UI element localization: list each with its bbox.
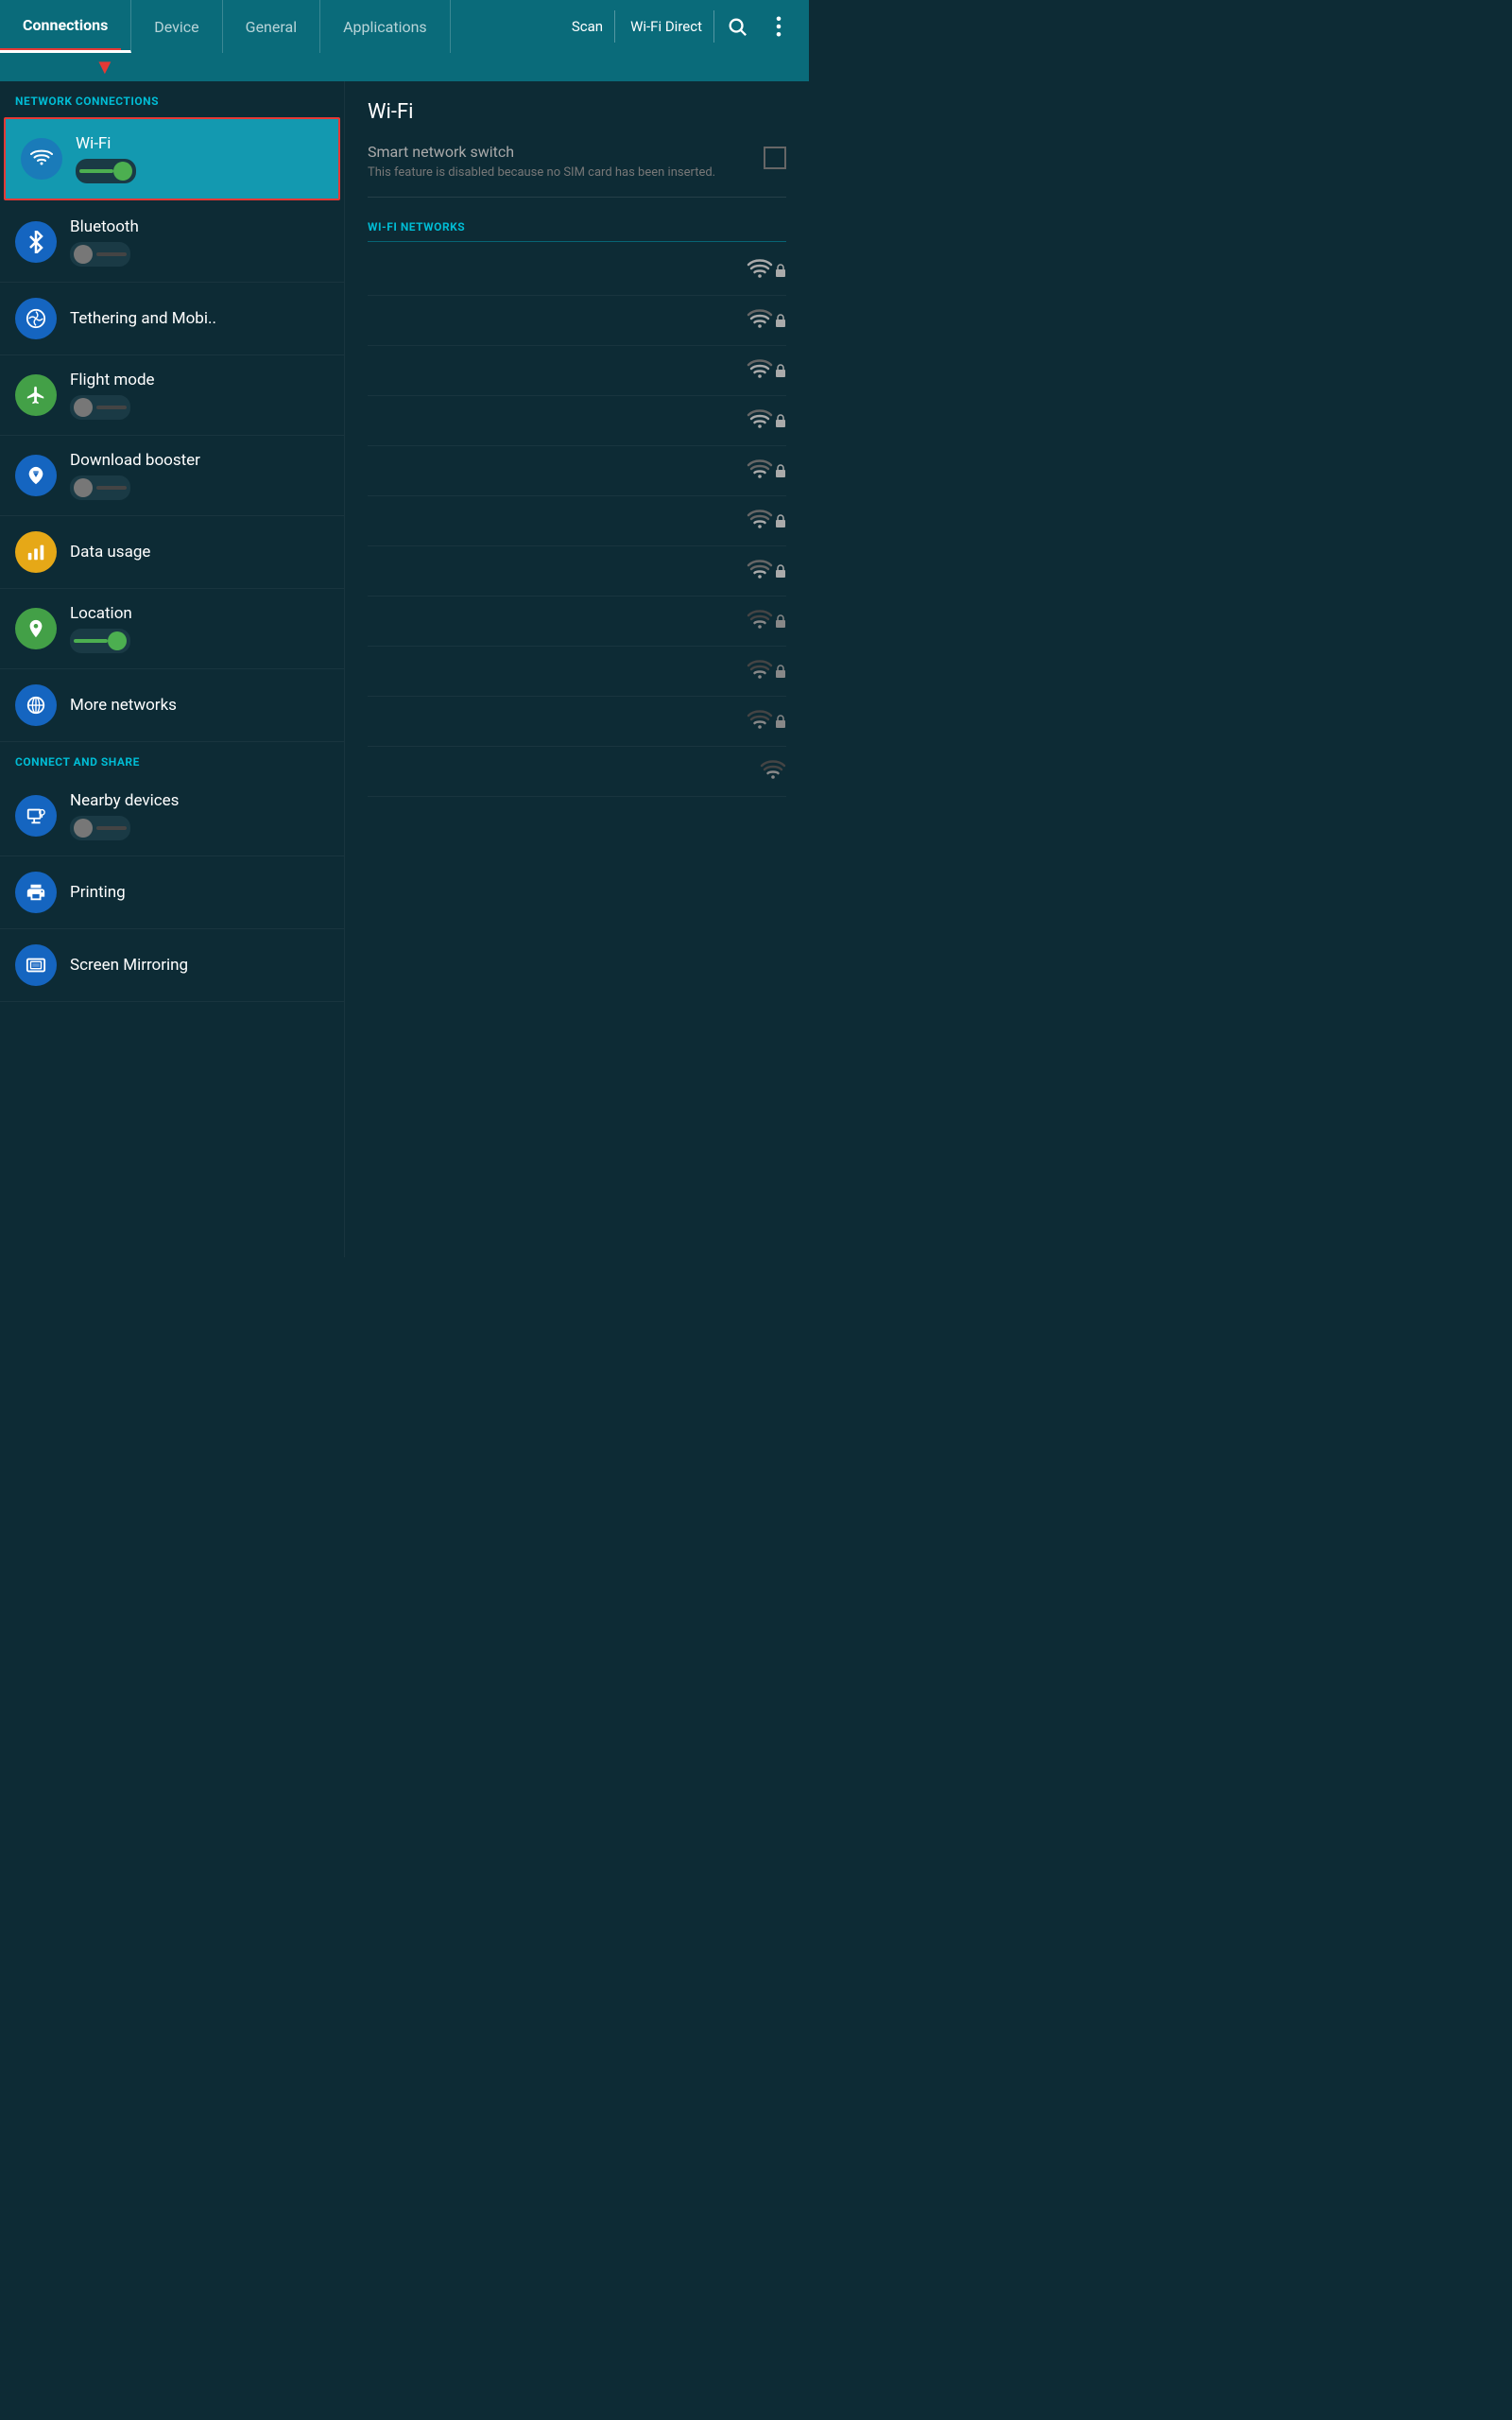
tab-general[interactable]: General <box>223 0 320 53</box>
location-icon <box>15 608 57 649</box>
wifi-signal-2 <box>747 359 786 382</box>
location-label: Location <box>70 604 329 623</box>
bluetooth-label: Bluetooth <box>70 217 329 236</box>
sidebar-item-location[interactable]: Location <box>0 589 344 669</box>
nearby-devices-icon <box>15 795 57 837</box>
tab-connections[interactable]: Connections <box>0 0 131 53</box>
down-arrow-icon: ▼ <box>94 55 115 79</box>
bluetooth-item-content: Bluetooth <box>70 217 329 267</box>
printing-content: Printing <box>70 883 329 902</box>
data-usage-content: Data usage <box>70 543 329 562</box>
wifi-signal-4 <box>747 459 786 482</box>
nav-actions: Scan Wi-Fi Direct <box>549 0 809 53</box>
wifi-panel-title: Wi-Fi <box>368 100 786 124</box>
location-toggle[interactable] <box>70 629 130 653</box>
sidebar-item-download-booster[interactable]: Download booster <box>0 436 344 516</box>
data-usage-label: Data usage <box>70 543 329 562</box>
wifi-signal-5 <box>747 510 786 532</box>
smart-switch-label: Smart network switch <box>368 143 748 161</box>
wifi-signal-3 <box>747 409 786 432</box>
network-item-3[interactable] <box>368 396 786 446</box>
wifi-signal-7 <box>747 610 786 632</box>
bluetooth-icon <box>15 221 57 263</box>
flight-toggle[interactable] <box>70 395 130 420</box>
network-item-10[interactable] <box>368 747 786 797</box>
printing-label: Printing <box>70 883 329 902</box>
wifi-signal-0 <box>747 259 786 282</box>
data-usage-icon <box>15 531 57 573</box>
sidebar-item-data-usage[interactable]: Data usage <box>0 516 344 589</box>
printing-icon <box>15 872 57 913</box>
top-navigation: Connections Device General Applications … <box>0 0 809 53</box>
sidebar-item-printing[interactable]: Printing <box>0 856 344 929</box>
search-button[interactable] <box>718 8 756 45</box>
screen-mirroring-label: Screen Mirroring <box>70 956 329 975</box>
sidebar-item-bluetooth[interactable]: Bluetooth <box>0 202 344 283</box>
tethering-icon <box>15 298 57 339</box>
network-item-8[interactable] <box>368 647 786 697</box>
scan-button[interactable]: Scan <box>560 10 615 43</box>
network-connections-label: NETWORK CONNECTIONS <box>0 81 344 115</box>
flight-item-content: Flight mode <box>70 371 329 420</box>
sidebar: NETWORK CONNECTIONS Wi-Fi <box>0 81 345 1257</box>
network-item-5[interactable] <box>368 496 786 546</box>
wifi-toggle[interactable] <box>76 159 136 183</box>
screen-mirroring-icon <box>15 944 57 986</box>
network-item-6[interactable] <box>368 546 786 596</box>
wifi-signal-1 <box>747 309 786 332</box>
tethering-item-content: Tethering and Mobi.. <box>70 309 329 328</box>
wifi-direct-button[interactable]: Wi-Fi Direct <box>619 10 714 43</box>
tab-device[interactable]: Device <box>131 0 222 53</box>
tab-applications[interactable]: Applications <box>320 0 451 53</box>
flight-label: Flight mode <box>70 371 329 389</box>
smart-switch-text: Smart network switch This feature is dis… <box>368 143 748 182</box>
sidebar-item-screen-mirroring[interactable]: Screen Mirroring <box>0 929 344 1002</box>
nearby-devices-content: Nearby devices <box>70 791 329 840</box>
more-networks-icon <box>15 684 57 726</box>
screen-mirroring-content: Screen Mirroring <box>70 956 329 975</box>
wifi-label: Wi-Fi <box>76 134 323 153</box>
smart-switch-description: This feature is disabled because no SIM … <box>368 164 748 182</box>
smart-network-switch-row: Smart network switch This feature is dis… <box>368 143 786 198</box>
tethering-label: Tethering and Mobi.. <box>70 309 329 328</box>
download-booster-content: Download booster <box>70 451 329 500</box>
wifi-icon <box>21 138 62 180</box>
content-panel: Wi-Fi Smart network switch This feature … <box>345 81 809 1257</box>
sidebar-item-more-networks[interactable]: More networks <box>0 669 344 742</box>
nearby-devices-label: Nearby devices <box>70 791 329 810</box>
wifi-item-content: Wi-Fi <box>76 134 323 183</box>
sidebar-item-tethering[interactable]: Tethering and Mobi.. <box>0 283 344 355</box>
network-item-1[interactable] <box>368 296 786 346</box>
wifi-signal-6 <box>747 560 786 582</box>
sidebar-item-nearby-devices[interactable]: Nearby devices <box>0 776 344 856</box>
connect-share-label: CONNECT AND SHARE <box>0 742 344 776</box>
more-networks-content: More networks <box>70 696 329 715</box>
nearby-devices-toggle[interactable] <box>70 816 130 840</box>
wifi-signal-10 <box>760 760 786 783</box>
network-list <box>368 246 786 797</box>
network-item-0[interactable] <box>368 246 786 296</box>
smart-switch-checkbox[interactable] <box>764 147 786 169</box>
flight-icon <box>15 374 57 416</box>
bluetooth-toggle[interactable] <box>70 242 130 267</box>
main-layout: NETWORK CONNECTIONS Wi-Fi <box>0 81 809 1257</box>
indicator-bar: ▼ <box>0 53 809 81</box>
more-networks-label: More networks <box>70 696 329 715</box>
wifi-signal-8 <box>747 660 786 683</box>
network-item-9[interactable] <box>368 697 786 747</box>
wifi-signal-9 <box>747 710 786 733</box>
sidebar-item-wifi[interactable]: Wi-Fi <box>4 117 340 200</box>
download-booster-toggle[interactable] <box>70 475 130 500</box>
location-content: Location <box>70 604 329 653</box>
wifi-networks-label: WI-FI NETWORKS <box>368 220 786 242</box>
network-item-7[interactable] <box>368 596 786 647</box>
download-booster-label: Download booster <box>70 451 329 470</box>
network-item-2[interactable] <box>368 346 786 396</box>
sidebar-item-flight[interactable]: Flight mode <box>0 355 344 436</box>
network-item-4[interactable] <box>368 446 786 496</box>
more-options-button[interactable] <box>760 8 798 45</box>
download-booster-icon <box>15 455 57 496</box>
